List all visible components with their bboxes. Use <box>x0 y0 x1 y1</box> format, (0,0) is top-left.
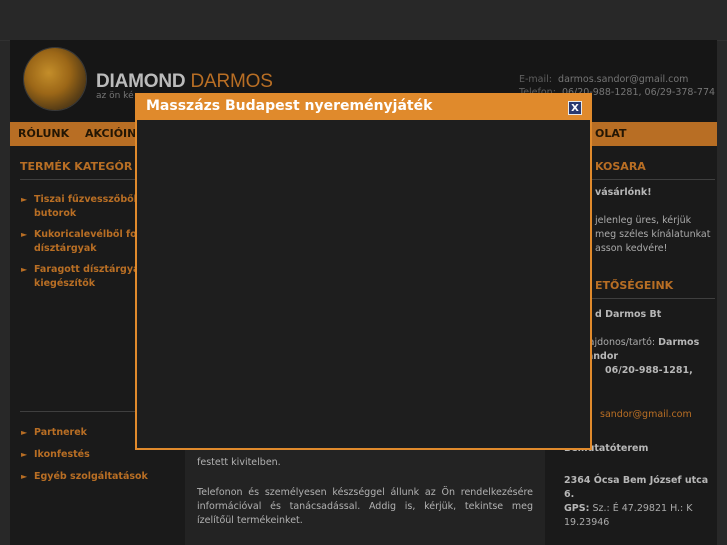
close-icon[interactable]: X <box>568 101 582 115</box>
promo-modal: Masszázs Budapest nyereményjáték X <box>135 93 592 450</box>
modal-header: Masszázs Budapest nyereményjáték X <box>137 95 590 120</box>
modal-title: Masszázs Budapest nyereményjáték <box>146 98 433 114</box>
